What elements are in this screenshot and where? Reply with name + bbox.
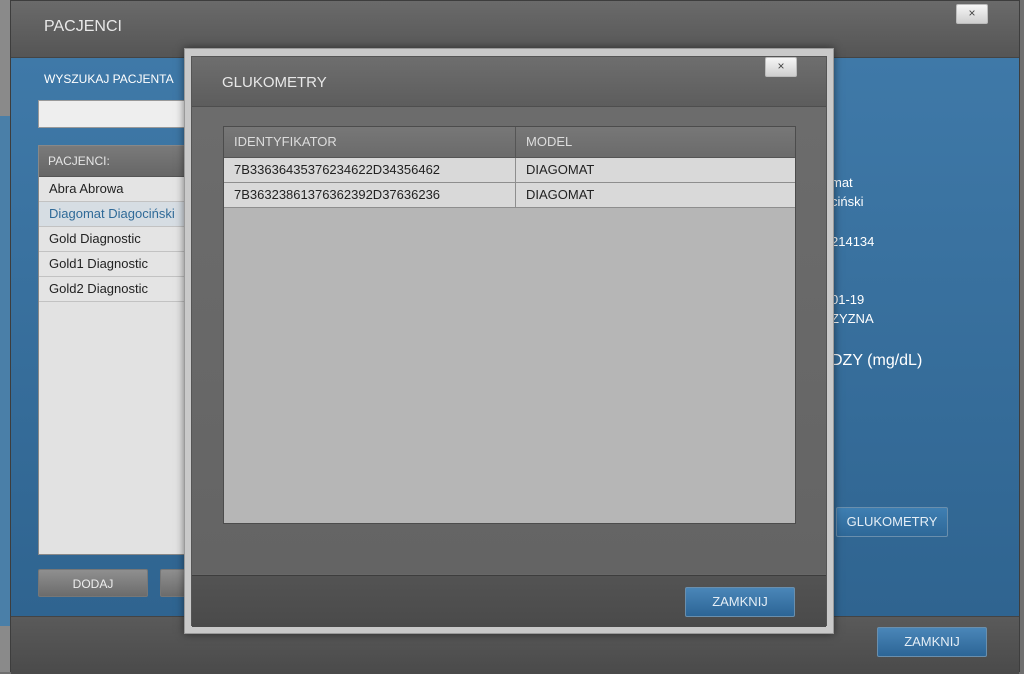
cell-model: DIAGOMAT xyxy=(515,183,795,207)
window-title: PACJENCI xyxy=(44,18,122,35)
search-label: WYSZUKAJ PACJENTA xyxy=(44,72,174,86)
dialog-header: GLUKOMETRY × xyxy=(192,57,826,107)
cell-identifier: 7B33636435376234622D34356462 xyxy=(234,162,441,177)
detail-line: ciński xyxy=(831,194,864,209)
glucometers-table: IDENTYFIKATOR MODEL 7B33636435376234622D… xyxy=(223,126,796,524)
add-patient-button[interactable]: DODAJ xyxy=(38,569,148,597)
detail-line: 214134 xyxy=(831,234,875,249)
glucose-unit-label: DZY (mg/dL) xyxy=(831,352,923,369)
dialog-body: IDENTYFIKATOR MODEL 7B33636435376234622D… xyxy=(192,107,826,574)
dialog-title: GLUKOMETRY xyxy=(222,74,327,91)
glucometers-dialog: GLUKOMETRY × IDENTYFIKATOR MODEL 7B33636… xyxy=(191,56,827,627)
list-item[interactable]: Gold1 Diagnostic xyxy=(39,252,197,277)
close-icon[interactable]: × xyxy=(765,57,797,77)
background-blue-strip xyxy=(0,116,10,626)
patients-list: PACJENCI: Abra Abrowa Diagomat Diagocińs… xyxy=(38,145,198,555)
background-strip xyxy=(0,0,10,672)
table-row[interactable]: 7B33636435376234622D34356462 DIAGOMAT xyxy=(224,158,795,183)
search-input[interactable] xyxy=(38,100,198,128)
close-button[interactable]: ZAMKNIJ xyxy=(877,627,987,657)
cell-model: DIAGOMAT xyxy=(515,158,795,182)
patients-list-header: PACJENCI: xyxy=(39,146,197,177)
list-item[interactable]: Abra Abrowa xyxy=(39,177,197,202)
cell-identifier: 7B36323861376362392D37636236 xyxy=(234,187,441,202)
dialog-close-button[interactable]: ZAMKNIJ xyxy=(685,587,795,617)
dialog-footer: ZAMKNIJ xyxy=(192,575,826,627)
detail-line: 01-19 xyxy=(831,292,865,307)
list-item[interactable]: Diagomat Diagociński xyxy=(39,202,197,227)
detail-line: mat xyxy=(831,175,853,190)
table-row[interactable]: 7B36323861376362392D37636236 DIAGOMAT xyxy=(224,183,795,208)
column-header-model[interactable]: MODEL xyxy=(515,127,795,157)
close-icon[interactable]: × xyxy=(956,4,988,24)
list-item[interactable]: Gold2 Diagnostic xyxy=(39,277,197,302)
list-item[interactable]: Gold Diagnostic xyxy=(39,227,197,252)
table-header: IDENTYFIKATOR MODEL xyxy=(224,127,795,158)
column-header-identifier[interactable]: IDENTYFIKATOR xyxy=(224,127,515,157)
glucometers-dialog-frame: GLUKOMETRY × IDENTYFIKATOR MODEL 7B33636… xyxy=(184,48,834,634)
detail-line: ZYZNA xyxy=(831,311,874,326)
glukometry-button[interactable]: GLUKOMETRY xyxy=(836,507,948,537)
